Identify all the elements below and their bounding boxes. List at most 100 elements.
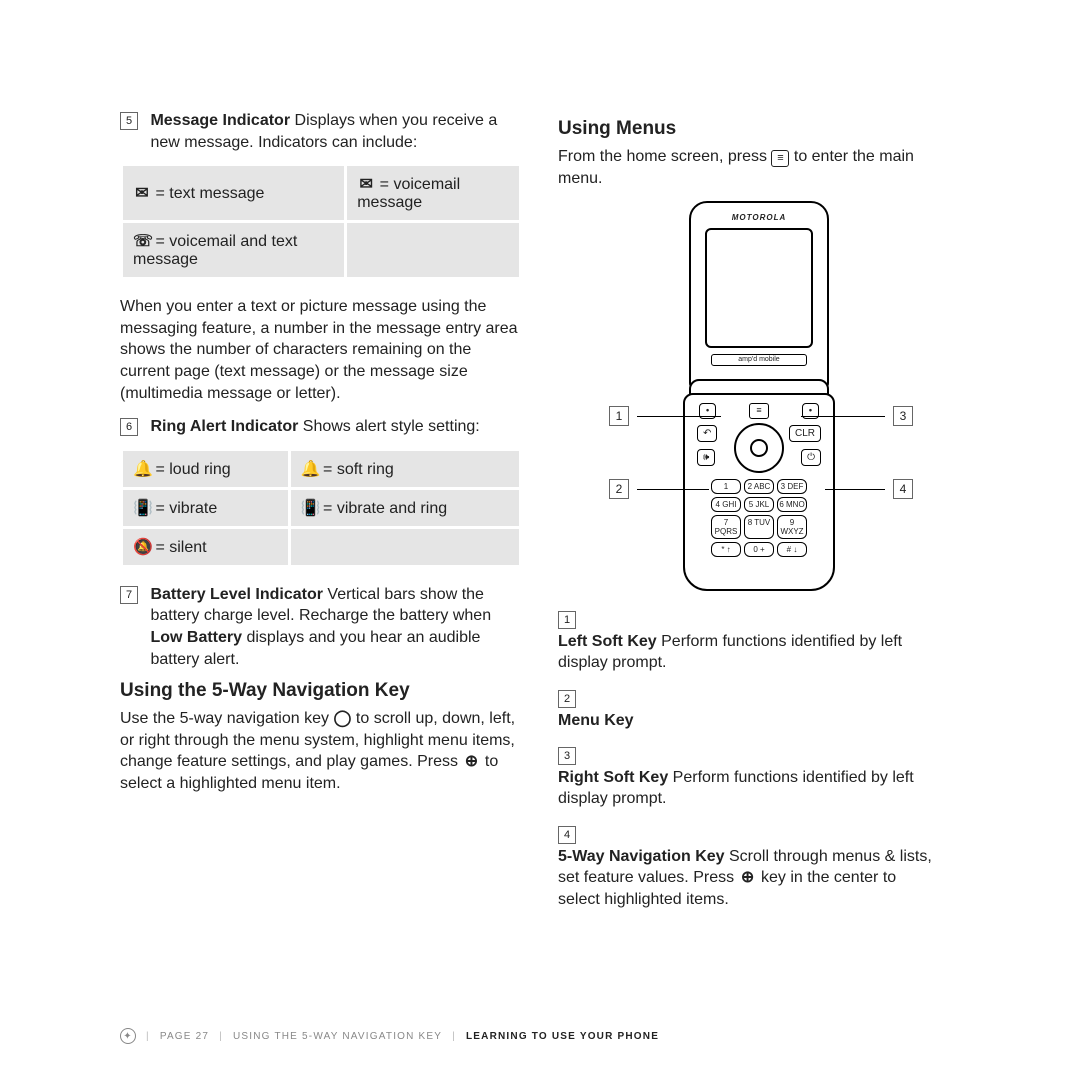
nav-center-icon: ⊕ bbox=[739, 867, 757, 889]
nav-paragraph: Use the 5-way navigation key ◯ to scroll… bbox=[120, 708, 522, 794]
callout-1: 1 bbox=[609, 406, 721, 426]
cell-silent: 🔕 = silent bbox=[122, 527, 290, 566]
indicator-title: Message Indicator bbox=[150, 112, 290, 129]
indicator-6: 6 Ring Alert Indicator Shows alert style… bbox=[120, 416, 522, 438]
entry-body: Battery Level Indicator Vertical bars sh… bbox=[150, 584, 520, 670]
phone-sublabel: amp'd mobile bbox=[711, 354, 807, 366]
voicemail-text-icon: ☏ bbox=[133, 231, 151, 251]
cell-label: = vibrate and ring bbox=[323, 500, 447, 517]
leader-line bbox=[825, 489, 885, 490]
footer-sep: | bbox=[452, 1031, 456, 1042]
low-battery-bold: Low Battery bbox=[150, 629, 242, 646]
key-title: 5-Way Navigation Key bbox=[558, 848, 725, 865]
phone-screen bbox=[705, 228, 813, 348]
callout-num: 3 bbox=[893, 406, 913, 426]
message-paragraph: When you enter a text or picture message… bbox=[120, 296, 522, 404]
send-icon: ↶ bbox=[697, 425, 717, 442]
phone-brand: MOTOROLA bbox=[691, 213, 827, 222]
indicator-title: Ring Alert Indicator bbox=[150, 418, 298, 435]
key-desc-1: 1 Left Soft Key Perform functions identi… bbox=[558, 609, 960, 674]
num-box: 1 bbox=[558, 611, 576, 629]
phone-top: MOTOROLA amp'd mobile bbox=[689, 201, 829, 391]
callout-4: 4 bbox=[825, 479, 913, 499]
text: From the home screen, press bbox=[558, 148, 771, 165]
indicator-text: Shows alert style setting: bbox=[303, 418, 480, 435]
indicator-7: 7 Battery Level Indicator Vertical bars … bbox=[120, 584, 522, 670]
phone-illustration: MOTOROLA amp'd mobile •≡• ↶CLR 🕪⏻ 1 2 AB… bbox=[579, 201, 939, 591]
key: 7 PQRS bbox=[711, 515, 741, 539]
nav-circle bbox=[734, 423, 784, 473]
leader-line bbox=[637, 416, 721, 417]
cell-vibrate-ring: 📳 = vibrate and ring bbox=[289, 488, 520, 527]
cell-label: = loud ring bbox=[155, 461, 230, 478]
key: 2 ABC bbox=[744, 479, 774, 494]
key: 6 MNO bbox=[777, 497, 807, 512]
num-box: 7 bbox=[120, 586, 138, 604]
num-box: 5 bbox=[120, 112, 138, 130]
cell-text-message: ✉ = text message bbox=[122, 165, 346, 222]
key-desc-3: 3 Right Soft Key Perform functions ident… bbox=[558, 745, 960, 810]
footer-logo-icon: ✦ bbox=[120, 1028, 136, 1044]
entry-body: Left Soft Key Perform functions identifi… bbox=[558, 631, 938, 674]
entry-body: Right Soft Key Perform functions identif… bbox=[558, 767, 938, 810]
loud-ring-icon: 🔔 bbox=[133, 459, 151, 479]
num-box: 2 bbox=[558, 690, 576, 708]
callout-2: 2 bbox=[609, 479, 709, 499]
clr-label: CLR bbox=[789, 425, 821, 442]
cell-soft-ring: 🔔 = soft ring bbox=[289, 449, 520, 488]
cell-voicemail-text: ☏ = voicemail and text message bbox=[122, 222, 346, 279]
key: 1 bbox=[711, 479, 741, 494]
cell-loud-ring: 🔔 = loud ring bbox=[122, 449, 290, 488]
cell-voicemail: ✉ = voicemail message bbox=[346, 165, 521, 222]
speaker-icon: 🕪 bbox=[697, 449, 715, 466]
key: # ↓ bbox=[777, 542, 807, 557]
menus-paragraph: From the home screen, press ≡ to enter t… bbox=[558, 146, 960, 189]
leader-line bbox=[801, 416, 885, 417]
num-box: 3 bbox=[558, 747, 576, 765]
indicator-5: 5 Message Indicator Displays when you re… bbox=[120, 110, 522, 153]
menu-key-icon: ≡ bbox=[771, 150, 789, 167]
key-title: Menu Key bbox=[558, 712, 634, 729]
num-box: 4 bbox=[558, 826, 576, 844]
nav-center bbox=[750, 439, 768, 457]
callout-num: 1 bbox=[609, 406, 629, 426]
footer-mid: USING THE 5-WAY NAVIGATION KEY bbox=[233, 1031, 442, 1042]
menu-key-icon: ≡ bbox=[749, 403, 768, 419]
cell-label: = silent bbox=[155, 539, 206, 556]
entry-body: Message Indicator Displays when you rece… bbox=[150, 110, 520, 153]
entry-body: Menu Key bbox=[558, 710, 938, 732]
key: 8 TUV bbox=[744, 515, 774, 539]
envelope-icon: ✉ bbox=[133, 183, 151, 203]
footer-right: LEARNING TO USE YOUR PHONE bbox=[466, 1031, 659, 1042]
key: 5 JKL bbox=[744, 497, 774, 512]
nav-center-icon: ⊕ bbox=[462, 751, 480, 773]
silent-icon: 🔕 bbox=[133, 537, 151, 557]
page-footer: ✦ | PAGE 27 | USING THE 5-WAY NAVIGATION… bbox=[120, 1028, 659, 1044]
callout-num: 2 bbox=[609, 479, 629, 499]
message-indicator-table: ✉ = text message ✉ = voicemail message ☏… bbox=[120, 163, 522, 280]
cell-empty bbox=[289, 527, 520, 566]
cell-label: = text message bbox=[155, 185, 264, 202]
key: 0 + bbox=[744, 542, 774, 557]
callout-3: 3 bbox=[801, 406, 913, 426]
right-column: Using Menus From the home screen, press … bbox=[558, 110, 960, 924]
end-icon: ⏻ bbox=[801, 449, 821, 466]
footer-sep: | bbox=[219, 1031, 223, 1042]
left-column: 5 Message Indicator Displays when you re… bbox=[120, 110, 522, 924]
num-box: 6 bbox=[120, 418, 138, 436]
key: 3 DEF bbox=[777, 479, 807, 494]
text: Use the 5-way navigation key bbox=[120, 710, 333, 727]
key: * ↑ bbox=[711, 542, 741, 557]
key: 4 GHI bbox=[711, 497, 741, 512]
vibrate-ring-icon: 📳 bbox=[301, 498, 319, 518]
menus-heading: Using Menus bbox=[558, 118, 960, 140]
indicator-title: Battery Level Indicator bbox=[150, 586, 323, 603]
key-desc-4: 4 5-Way Navigation Key Scroll through me… bbox=[558, 824, 960, 910]
vibrate-icon: 📳 bbox=[133, 498, 151, 518]
footer-sep: | bbox=[146, 1031, 150, 1042]
key: 9 WXYZ bbox=[777, 515, 807, 539]
callout-num: 4 bbox=[893, 479, 913, 499]
nav-ring-icon: ◯ bbox=[333, 708, 351, 730]
cell-label: = vibrate bbox=[155, 500, 217, 517]
nav-heading: Using the 5-Way Navigation Key bbox=[120, 680, 522, 702]
